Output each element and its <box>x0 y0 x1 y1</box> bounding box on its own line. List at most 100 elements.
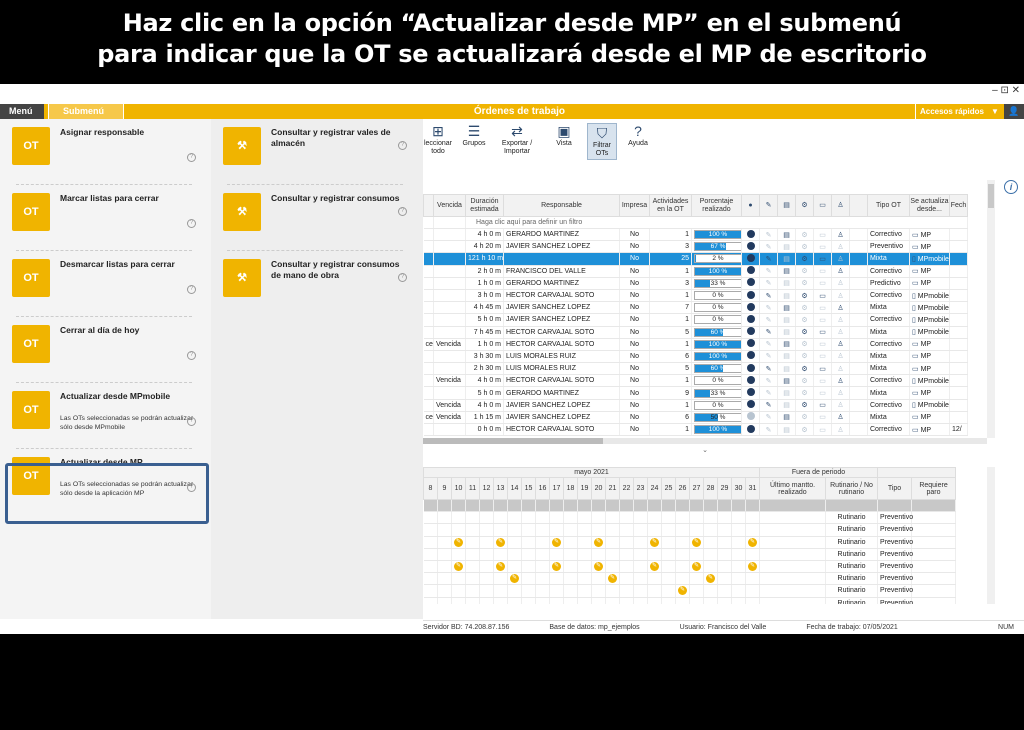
day-cell[interactable] <box>437 499 452 513</box>
day-cell[interactable]: ✎ <box>451 536 466 549</box>
filter-row[interactable]: Haga clic aquí para definir un filtro <box>423 216 968 229</box>
day-cell[interactable] <box>661 536 676 549</box>
day-header[interactable]: 23 <box>633 477 648 500</box>
day-cell[interactable] <box>661 572 676 586</box>
day-cell[interactable] <box>647 572 662 586</box>
day-cell[interactable] <box>437 597 452 604</box>
day-cell[interactable] <box>647 548 662 561</box>
card-cell[interactable]: ▭ <box>813 313 832 327</box>
day-cell[interactable] <box>717 511 732 525</box>
edit-cell[interactable]: ✎ <box>759 350 778 364</box>
table-row[interactable]: 5 h 0 m JAVIER SANCHEZ LOPEZ No 1 0 % ✎ ▤ ⚙ ▭ ♙ Co… <box>423 313 968 327</box>
person-cell[interactable]: ♙ <box>831 386 850 400</box>
day-cell[interactable]: ✎ <box>675 584 690 598</box>
person-cell[interactable]: ♙ <box>831 252 850 266</box>
column-header[interactable]: ⚙ <box>795 194 814 217</box>
day-cell[interactable] <box>661 560 676 574</box>
day-header[interactable]: 9 <box>437 477 452 500</box>
card-cell[interactable]: ▭ <box>813 374 832 388</box>
day-cell[interactable] <box>745 511 761 525</box>
day-cell[interactable] <box>717 536 732 549</box>
submenu-item[interactable]: ⚒ Consultar y registrar consumos? <box>211 187 411 249</box>
day-cell[interactable] <box>647 523 662 537</box>
edit-cell[interactable]: ✎ <box>759 362 778 376</box>
day-cell[interactable] <box>731 523 746 537</box>
day-cell[interactable] <box>465 511 480 525</box>
status-dot-cell[interactable] <box>741 386 760 400</box>
card-cell[interactable]: ▭ <box>813 301 832 315</box>
day-cell[interactable] <box>479 548 494 561</box>
blank-cell[interactable] <box>849 423 868 437</box>
doc-cell[interactable]: ▤ <box>777 374 796 388</box>
day-header[interactable]: 29 <box>717 477 732 500</box>
day-cell[interactable] <box>689 499 704 513</box>
day-cell[interactable] <box>745 572 761 586</box>
submenu-item[interactable]: OT Asignar responsable? <box>0 121 200 183</box>
maintenance-icon[interactable]: ✎ <box>454 562 463 572</box>
card-cell[interactable]: ▭ <box>813 362 832 376</box>
person-cell[interactable]: ♙ <box>831 326 850 339</box>
day-cell[interactable] <box>605 584 620 598</box>
edit-cell[interactable]: ✎ <box>759 326 778 339</box>
submenu-item[interactable]: OT Cerrar al día de hoy? <box>0 319 200 381</box>
toolbar-button[interactable]: ⇄ Exportar / Importar <box>495 123 539 156</box>
day-cell[interactable] <box>521 548 536 561</box>
day-cell[interactable]: ✎ <box>493 560 508 574</box>
day-cell[interactable] <box>465 560 480 574</box>
tool-cell[interactable]: ⚙ <box>795 301 814 315</box>
person-cell[interactable]: ♙ <box>831 289 850 303</box>
day-cell[interactable] <box>745 597 761 604</box>
table-row[interactable]: Vencida 4 h 0 m HECTOR CARVAJAL SOTO No 1 0 %… <box>423 374 968 388</box>
doc-cell[interactable]: ▤ <box>777 338 796 351</box>
day-cell[interactable] <box>731 572 746 586</box>
day-cell[interactable] <box>717 597 732 604</box>
day-header[interactable]: 15 <box>521 477 536 500</box>
day-cell[interactable] <box>493 499 508 513</box>
day-cell[interactable] <box>675 597 690 604</box>
card-cell[interactable]: ▭ <box>813 252 832 266</box>
day-header[interactable]: 18 <box>563 477 578 500</box>
grid-vertical-scrollbar[interactable] <box>987 180 995 438</box>
table-row[interactable]: ce Vencida 1 h 0 m HECTOR CARVAJAL SOTO No 1 1… <box>423 338 968 351</box>
status-dot-cell[interactable] <box>741 228 760 242</box>
doc-cell[interactable]: ▤ <box>777 350 796 364</box>
day-cell[interactable]: ✎ <box>549 560 564 574</box>
blank-cell[interactable] <box>849 252 868 266</box>
day-cell[interactable] <box>465 499 480 513</box>
day-cell[interactable] <box>745 548 761 561</box>
day-cell[interactable] <box>521 499 536 513</box>
tool-cell[interactable]: ⚙ <box>795 228 814 242</box>
maintenance-icon[interactable]: ✎ <box>748 562 757 572</box>
day-cell[interactable] <box>479 511 494 525</box>
card-cell[interactable]: ▭ <box>813 399 832 412</box>
day-cell[interactable] <box>605 523 620 537</box>
day-cell[interactable] <box>563 584 578 598</box>
doc-cell[interactable]: ▤ <box>777 252 796 266</box>
day-cell[interactable] <box>689 597 704 604</box>
day-cell[interactable] <box>633 584 648 598</box>
day-cell[interactable] <box>563 511 578 525</box>
card-cell[interactable]: ▭ <box>813 326 832 339</box>
toolbar-button[interactable]: ⊞ leccionar todo <box>423 123 453 156</box>
day-cell[interactable] <box>549 523 564 537</box>
day-header[interactable]: 20 <box>591 477 606 500</box>
card-cell[interactable]: ▭ <box>813 289 832 303</box>
day-header[interactable]: 28 <box>703 477 718 500</box>
day-cell[interactable] <box>479 572 494 586</box>
tool-cell[interactable]: ⚙ <box>795 240 814 254</box>
status-dot-cell[interactable] <box>741 265 760 278</box>
toolbar-button[interactable]: ☰ Grupos <box>459 123 489 148</box>
maintenance-icon[interactable]: ✎ <box>496 537 505 547</box>
day-cell[interactable] <box>619 560 634 574</box>
edit-cell[interactable]: ✎ <box>759 265 778 278</box>
table-row[interactable]: Vencida 4 h 0 m JAVIER SANCHEZ LOPEZ No 1 0 %… <box>423 399 968 412</box>
day-cell[interactable] <box>591 523 606 537</box>
day-cell[interactable] <box>703 536 718 549</box>
day-cell[interactable] <box>661 584 676 598</box>
blank-cell[interactable] <box>849 374 868 388</box>
submenu-item[interactable]: OT Desmarcar listas para cerrar? <box>0 253 200 315</box>
day-cell[interactable] <box>451 523 466 537</box>
day-cell[interactable] <box>689 572 704 586</box>
day-cell[interactable] <box>535 597 550 604</box>
column-header[interactable] <box>849 194 868 217</box>
